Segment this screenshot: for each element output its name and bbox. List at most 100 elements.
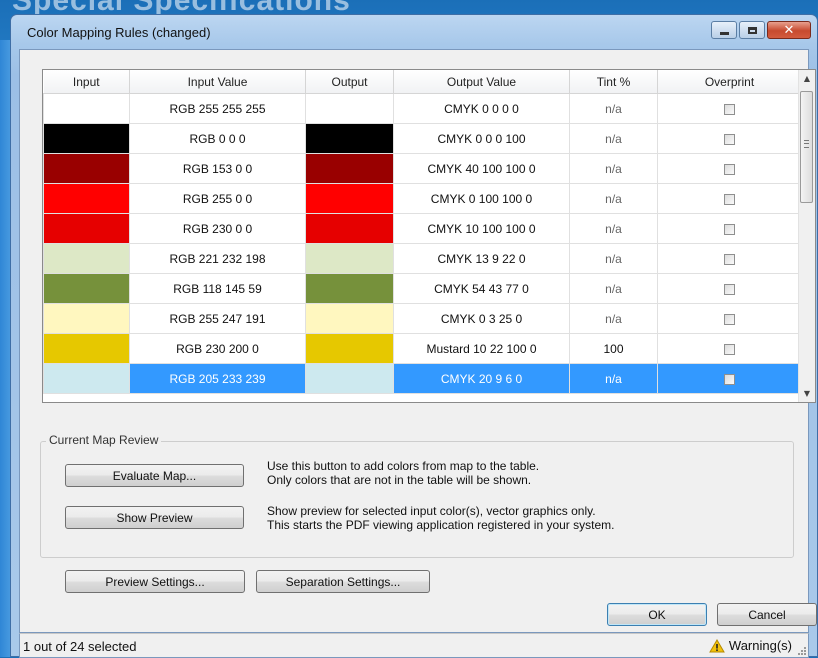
output-value-cell[interactable]: CMYK 20 9 6 0: [393, 363, 570, 394]
overprint-cell[interactable]: [657, 333, 802, 364]
output-value-cell[interactable]: CMYK 0 100 100 0: [393, 183, 570, 214]
input-value-cell[interactable]: RGB 153 0 0: [129, 153, 306, 184]
output-color-swatch[interactable]: [305, 123, 394, 154]
table-row[interactable]: RGB 255 247 191 CMYK 0 3 25 0 n/a: [43, 303, 802, 334]
input-color-swatch[interactable]: [43, 243, 130, 274]
show-preview-button[interactable]: Show Preview: [65, 506, 244, 529]
input-value-cell[interactable]: RGB 230 0 0: [129, 213, 306, 244]
input-color-swatch[interactable]: [43, 153, 130, 184]
tint-cell[interactable]: n/a: [569, 213, 658, 244]
scroll-down-icon[interactable]: ▼: [799, 385, 815, 402]
overprint-cell[interactable]: [657, 123, 802, 154]
tint-cell[interactable]: n/a: [569, 273, 658, 304]
output-value-cell[interactable]: CMYK 54 43 77 0: [393, 273, 570, 304]
input-value-cell[interactable]: RGB 255 247 191: [129, 303, 306, 334]
evaluate-map-button[interactable]: Evaluate Map...: [65, 464, 244, 487]
input-value-cell[interactable]: RGB 221 232 198: [129, 243, 306, 274]
table-row[interactable]: RGB 153 0 0 CMYK 40 100 100 0 n/a: [43, 153, 802, 184]
tint-cell[interactable]: n/a: [569, 363, 658, 394]
output-color-swatch[interactable]: [305, 303, 394, 334]
table-row[interactable]: RGB 0 0 0 CMYK 0 0 0 100 n/a: [43, 123, 802, 154]
input-color-swatch[interactable]: [43, 363, 130, 394]
overprint-cell[interactable]: [657, 183, 802, 214]
output-value-cell[interactable]: CMYK 13 9 22 0: [393, 243, 570, 274]
input-color-swatch[interactable]: [43, 303, 130, 334]
output-color-swatch[interactable]: [305, 93, 394, 124]
tint-cell[interactable]: n/a: [569, 93, 658, 124]
resize-grip-icon[interactable]: [796, 645, 806, 655]
tint-cell[interactable]: n/a: [569, 153, 658, 184]
overprint-cell[interactable]: [657, 213, 802, 244]
input-value-cell[interactable]: RGB 255 255 255: [129, 93, 306, 124]
output-value-cell[interactable]: CMYK 40 100 100 0: [393, 153, 570, 184]
scroll-thumb[interactable]: [800, 91, 813, 203]
minimize-button[interactable]: [711, 21, 737, 39]
input-value-cell[interactable]: RGB 205 233 239: [129, 363, 306, 394]
tint-cell[interactable]: n/a: [569, 123, 658, 154]
overprint-checkbox[interactable]: [724, 283, 735, 295]
table-row[interactable]: RGB 255 0 0 CMYK 0 100 100 0 n/a: [43, 183, 802, 214]
tint-cell[interactable]: n/a: [569, 303, 658, 334]
overprint-checkbox[interactable]: [724, 223, 735, 235]
input-value-cell[interactable]: RGB 255 0 0: [129, 183, 306, 214]
output-color-swatch[interactable]: [305, 183, 394, 214]
output-value-cell[interactable]: CMYK 0 3 25 0: [393, 303, 570, 334]
overprint-checkbox[interactable]: [724, 373, 735, 385]
output-color-swatch[interactable]: [305, 243, 394, 274]
scroll-up-icon[interactable]: ▲: [799, 70, 815, 87]
overprint-cell[interactable]: [657, 363, 802, 394]
column-header-input[interactable]: Input: [43, 70, 130, 94]
input-color-swatch[interactable]: [43, 213, 130, 244]
column-header-output-value[interactable]: Output Value: [393, 70, 570, 94]
column-header-overprint[interactable]: Overprint: [657, 70, 802, 94]
overprint-checkbox[interactable]: [724, 103, 735, 115]
close-button[interactable]: ✕: [767, 21, 811, 39]
input-color-swatch[interactable]: [43, 333, 130, 364]
input-color-swatch[interactable]: [43, 183, 130, 214]
overprint-checkbox[interactable]: [724, 343, 735, 355]
title-bar[interactable]: Color Mapping Rules (changed) ✕: [11, 15, 817, 49]
output-color-swatch[interactable]: [305, 273, 394, 304]
table-row[interactable]: RGB 205 233 239 CMYK 20 9 6 0 n/a: [43, 363, 802, 394]
table-row[interactable]: RGB 255 255 255 CMYK 0 0 0 0 n/a: [43, 93, 802, 124]
output-color-swatch[interactable]: [305, 363, 394, 394]
output-value-cell[interactable]: Mustard 10 22 100 0: [393, 333, 570, 364]
input-value-cell[interactable]: RGB 0 0 0: [129, 123, 306, 154]
warning-indicator[interactable]: Warning(s): [709, 638, 792, 653]
table-row[interactable]: RGB 230 0 0 CMYK 10 100 100 0 n/a: [43, 213, 802, 244]
input-color-swatch[interactable]: [43, 123, 130, 154]
output-value-cell[interactable]: CMYK 10 100 100 0: [393, 213, 570, 244]
maximize-button[interactable]: [739, 21, 765, 39]
overprint-checkbox[interactable]: [724, 253, 735, 265]
overprint-cell[interactable]: [657, 273, 802, 304]
vertical-scrollbar[interactable]: ▲ ▼: [798, 70, 815, 402]
input-value-cell[interactable]: RGB 230 200 0: [129, 333, 306, 364]
overprint-checkbox[interactable]: [724, 133, 735, 145]
column-header-input-value[interactable]: Input Value: [129, 70, 306, 94]
overprint-cell[interactable]: [657, 243, 802, 274]
cancel-button[interactable]: Cancel: [717, 603, 817, 626]
separation-settings-button[interactable]: Separation Settings...: [256, 570, 430, 593]
table-row[interactable]: RGB 221 232 198 CMYK 13 9 22 0 n/a: [43, 243, 802, 274]
tint-cell[interactable]: n/a: [569, 183, 658, 214]
tint-cell[interactable]: 100: [569, 333, 658, 364]
table-row[interactable]: RGB 230 200 0 Mustard 10 22 100 0 100: [43, 333, 802, 364]
column-header-tint[interactable]: Tint %: [569, 70, 658, 94]
input-color-swatch[interactable]: [43, 273, 130, 304]
overprint-checkbox[interactable]: [724, 163, 735, 175]
input-value-cell[interactable]: RGB 118 145 59: [129, 273, 306, 304]
output-color-swatch[interactable]: [305, 213, 394, 244]
ok-button[interactable]: OK: [607, 603, 707, 626]
output-value-cell[interactable]: CMYK 0 0 0 0: [393, 93, 570, 124]
output-color-swatch[interactable]: [305, 153, 394, 184]
overprint-cell[interactable]: [657, 303, 802, 334]
input-color-swatch[interactable]: [43, 93, 130, 124]
tint-cell[interactable]: n/a: [569, 243, 658, 274]
output-color-swatch[interactable]: [305, 333, 394, 364]
overprint-cell[interactable]: [657, 93, 802, 124]
overprint-cell[interactable]: [657, 153, 802, 184]
column-header-output[interactable]: Output: [305, 70, 394, 94]
preview-settings-button[interactable]: Preview Settings...: [65, 570, 245, 593]
table-row[interactable]: RGB 118 145 59 CMYK 54 43 77 0 n/a: [43, 273, 802, 304]
overprint-checkbox[interactable]: [724, 193, 735, 205]
